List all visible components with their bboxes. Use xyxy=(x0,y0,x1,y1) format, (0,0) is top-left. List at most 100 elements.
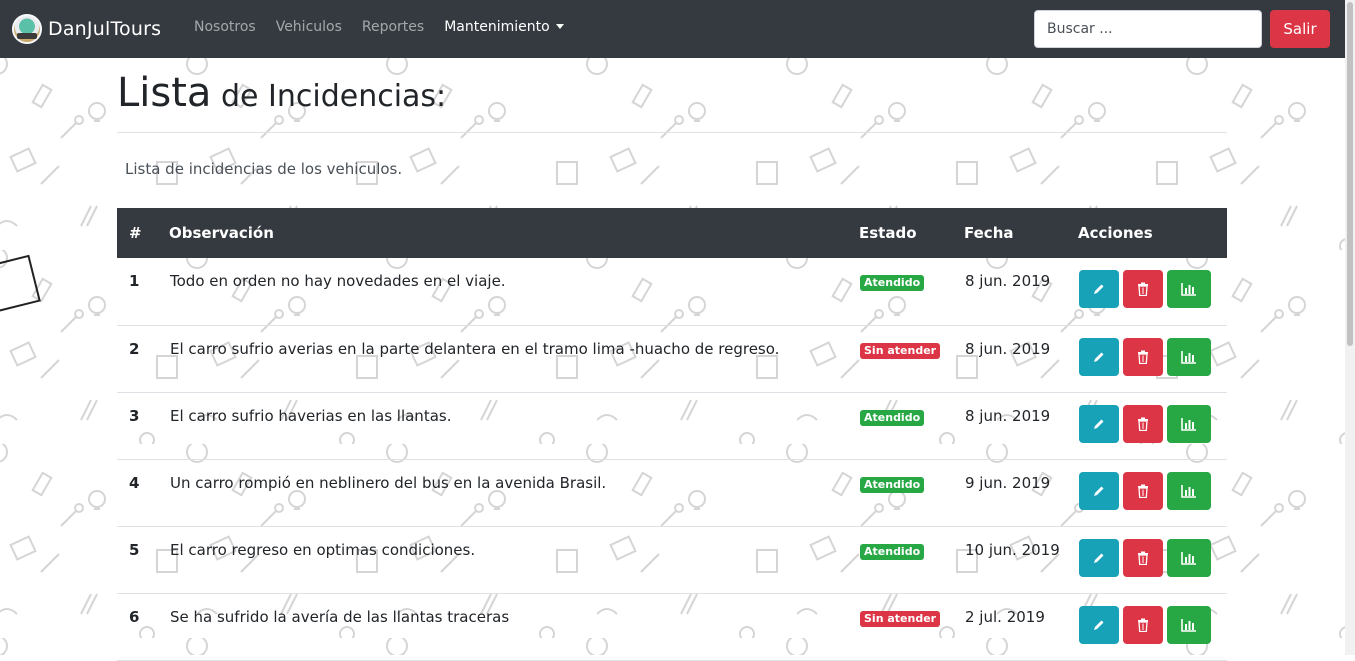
logo-icon xyxy=(12,14,42,44)
nav-dropdown-mantenimiento[interactable]: Mantenimiento xyxy=(444,19,564,35)
row-actions xyxy=(1079,404,1226,443)
row-number: 6 xyxy=(129,607,140,626)
status-badge: Sin atender xyxy=(860,342,941,359)
edit-button[interactable] xyxy=(1079,404,1119,443)
delete-button[interactable] xyxy=(1123,605,1163,644)
row-observacion: El carro sufrio averias en la parte dela… xyxy=(170,339,780,358)
row-observacion: El carro regreso en optimas condiciones. xyxy=(170,540,476,559)
pencil-icon xyxy=(1094,553,1104,563)
edit-button[interactable] xyxy=(1079,605,1119,644)
delete-button[interactable] xyxy=(1123,404,1163,443)
row-number: 3 xyxy=(129,406,140,425)
status-badge: Atendido xyxy=(860,476,925,493)
incidents-table: # Observación Estado Fecha Acciones 1 To… xyxy=(117,208,1227,661)
bar-chart-icon xyxy=(1181,417,1196,431)
status-badge: Atendido xyxy=(860,409,925,426)
nav-link-vehiculos[interactable]: Vehiculos xyxy=(276,19,342,35)
row-actions xyxy=(1079,538,1226,577)
delete-button[interactable] xyxy=(1123,471,1163,510)
nav-link-nosotros[interactable]: Nosotros xyxy=(194,19,256,35)
bar-chart-icon xyxy=(1181,618,1196,632)
row-observacion: El carro sufrio haverias en las llantas. xyxy=(170,406,452,425)
header-observacion: Observación xyxy=(169,224,274,242)
bar-chart-icon xyxy=(1181,484,1196,498)
row-fecha: 8 jun. 2019 xyxy=(965,272,1051,290)
table-row: 1 Todo en orden no hay novedades en el v… xyxy=(117,258,1227,325)
table-row: 3 El carro sufrio haverias en las llanta… xyxy=(117,392,1227,459)
page-title: Lista de Incidencias: xyxy=(117,70,446,116)
caret-down-icon xyxy=(555,24,564,29)
row-observacion: Se ha sufrido la avería de las llantas t… xyxy=(170,607,510,626)
header-number: # xyxy=(129,224,142,242)
row-fecha: 9 jun. 2019 xyxy=(965,473,1051,492)
table-row: 4 Un carro rompió en neblinero del bus e… xyxy=(117,459,1227,526)
page-title-rest: de Incidencias: xyxy=(211,79,447,114)
trash-icon xyxy=(1138,551,1148,565)
trash-icon xyxy=(1138,417,1148,431)
trash-icon xyxy=(1138,484,1148,498)
table-row: 6 Se ha sufrido la avería de las llantas… xyxy=(117,593,1227,660)
header-acciones: Acciones xyxy=(1078,224,1153,242)
page-subtitle: Lista de incidencias de los vehiculos. xyxy=(125,160,403,178)
status-badge: Atendido xyxy=(860,275,925,291)
scrollbar-thumb[interactable] xyxy=(1347,2,1353,346)
nav-links: Nosotros Vehiculos Reportes Mantenimient… xyxy=(194,19,584,35)
pencil-icon xyxy=(1094,352,1104,362)
row-number: 2 xyxy=(129,339,140,358)
stats-button[interactable] xyxy=(1167,471,1211,510)
stats-button[interactable] xyxy=(1167,270,1211,308)
table-header-row: # Observación Estado Fecha Acciones xyxy=(117,208,1227,258)
top-navbar: DanJulTours Nosotros Vehiculos Reportes … xyxy=(0,0,1355,58)
search-input[interactable] xyxy=(1034,10,1262,48)
delete-button[interactable] xyxy=(1123,337,1163,376)
trash-icon xyxy=(1138,350,1148,364)
pencil-icon xyxy=(1094,620,1104,630)
stats-button[interactable] xyxy=(1167,337,1211,376)
pencil-icon xyxy=(1094,419,1104,429)
status-badge: Sin atender xyxy=(860,610,941,627)
row-actions xyxy=(1079,337,1226,376)
row-fecha: 8 jun. 2019 xyxy=(965,339,1051,358)
row-actions xyxy=(1079,471,1226,510)
pencil-icon xyxy=(1094,486,1104,496)
row-fecha: 8 jun. 2019 xyxy=(965,406,1051,425)
row-fecha: 2 jul. 2019 xyxy=(965,607,1045,626)
row-observacion: Todo en orden no hay novedades en el via… xyxy=(170,272,506,290)
stats-button[interactable] xyxy=(1167,538,1211,577)
brand-link[interactable]: DanJulTours xyxy=(12,13,161,45)
edit-button[interactable] xyxy=(1079,270,1119,308)
decorative-square xyxy=(0,254,41,318)
status-badge: Atendido xyxy=(860,543,925,560)
pencil-icon xyxy=(1094,284,1104,294)
row-actions xyxy=(1079,270,1226,308)
delete-button[interactable] xyxy=(1123,538,1163,577)
title-divider xyxy=(117,132,1227,133)
row-number: 1 xyxy=(129,272,140,290)
row-number: 4 xyxy=(129,473,140,492)
edit-button[interactable] xyxy=(1079,337,1119,376)
header-estado: Estado xyxy=(859,224,917,242)
header-fecha: Fecha xyxy=(964,224,1014,242)
stats-button[interactable] xyxy=(1167,404,1211,443)
row-fecha: 10 jun. 2019 xyxy=(965,540,1060,559)
nav-dropdown-label: Mantenimiento xyxy=(444,19,550,35)
stats-button[interactable] xyxy=(1167,605,1211,644)
bar-chart-icon xyxy=(1181,350,1196,364)
logout-button[interactable]: Salir xyxy=(1270,10,1330,48)
nav-link-reportes[interactable]: Reportes xyxy=(362,19,424,35)
edit-button[interactable] xyxy=(1079,538,1119,577)
brand-name: DanJulTours xyxy=(48,18,162,40)
scrollbar[interactable] xyxy=(1345,0,1355,655)
trash-icon xyxy=(1138,282,1148,296)
bar-chart-icon xyxy=(1181,283,1196,296)
row-actions xyxy=(1079,605,1226,644)
delete-button[interactable] xyxy=(1123,270,1163,308)
row-observacion: Un carro rompió en neblinero del bus en … xyxy=(170,473,607,492)
row-number: 5 xyxy=(129,540,140,559)
edit-button[interactable] xyxy=(1079,471,1119,510)
bar-chart-icon xyxy=(1181,551,1196,565)
table-body: 1 Todo en orden no hay novedades en el v… xyxy=(117,258,1227,660)
trash-icon xyxy=(1138,618,1148,632)
table-row: 2 El carro sufrio averias en la parte de… xyxy=(117,325,1227,392)
table-row: 5 El carro regreso en optimas condicione… xyxy=(117,526,1227,593)
